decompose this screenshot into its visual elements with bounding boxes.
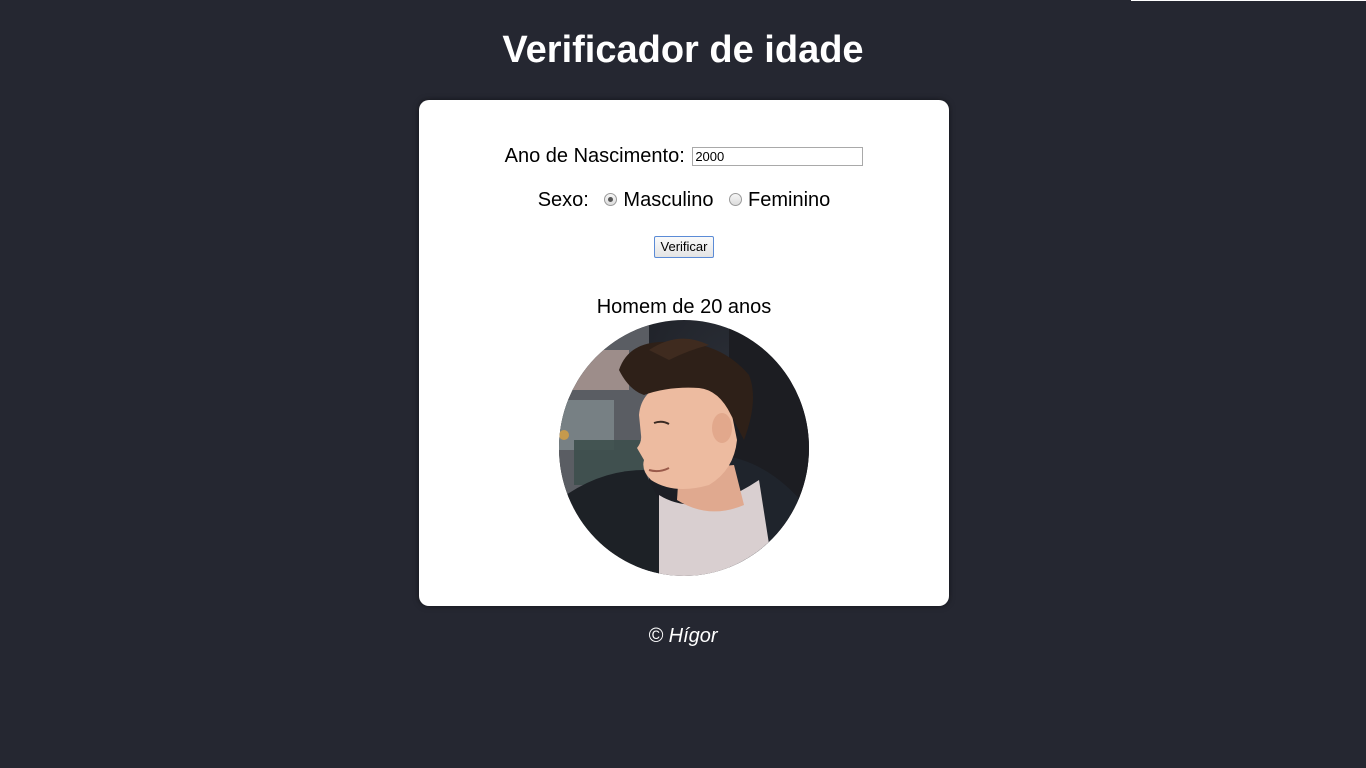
year-label: Ano de Nascimento: bbox=[504, 145, 685, 168]
result-photo bbox=[559, 320, 809, 576]
radio-masculino[interactable] bbox=[604, 193, 618, 207]
verifier-card: Ano de Nascimento: Sexo: Masculino Femin… bbox=[419, 100, 949, 606]
young-man-photo-icon bbox=[559, 320, 809, 576]
radio-feminino[interactable] bbox=[729, 193, 743, 207]
result-text: Homem de 20 anos bbox=[596, 296, 772, 318]
sex-label: Sexo: bbox=[537, 189, 589, 212]
top-strip bbox=[1131, 0, 1366, 1]
year-input[interactable] bbox=[692, 147, 864, 167]
button-row: Verificar bbox=[419, 234, 949, 258]
year-row: Ano de Nascimento: bbox=[419, 145, 949, 168]
radio-label-feminino[interactable]: Feminino bbox=[748, 189, 830, 211]
radio-label-masculino[interactable]: Masculino bbox=[623, 189, 713, 211]
page-title: Verificador de idade bbox=[502, 29, 864, 71]
page-header: Verificador de idade bbox=[0, 0, 1366, 72]
footer-credit: © Hígor bbox=[648, 625, 718, 647]
verify-button[interactable]: Verificar bbox=[653, 235, 715, 258]
sex-row: Sexo: Masculino Feminino bbox=[419, 189, 949, 212]
